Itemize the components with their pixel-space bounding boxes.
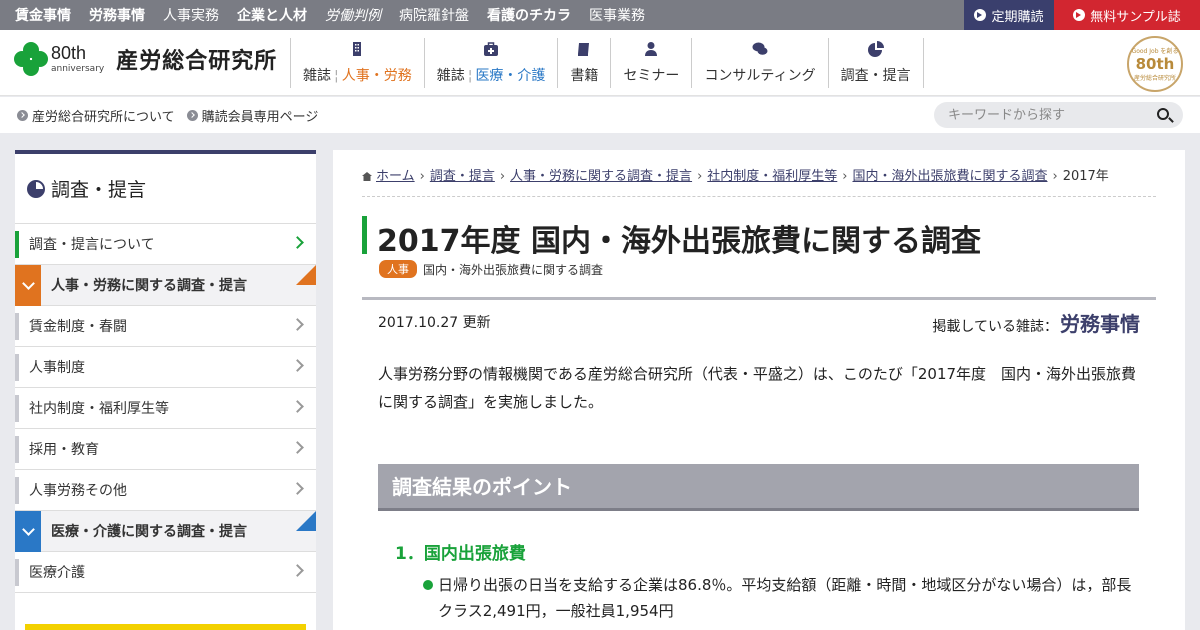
chevron-circle-icon: [1073, 9, 1086, 21]
anniversary-mark: 80th anniversary: [51, 43, 105, 74]
top-buttons: 定期購読 無料サンプル誌: [964, 0, 1200, 30]
nav-item[interactable]: 調査・提言: [827, 38, 924, 88]
magazine-link[interactable]: 賃金事情: [15, 5, 71, 25]
sub-links: 産労総合研究所について 購読会員専用ページ: [17, 106, 330, 125]
chevron-down-icon: [15, 265, 41, 306]
sub-link[interactable]: 産労総合研究所について: [17, 106, 175, 125]
corner-marker-icon: [296, 511, 316, 531]
breadcrumb-divider: [362, 196, 1156, 197]
magazine-link[interactable]: 病院羅針盤: [399, 5, 469, 25]
chevron-circle-icon: [974, 9, 987, 21]
sidebar-banner[interactable]: [25, 624, 306, 630]
main-nav: 雑誌 ¦ 人事・労務 雑誌 ¦ 医療・介護 書籍 セミナー コンサルティング 調査・提言: [290, 38, 924, 88]
chat-icon: [752, 41, 768, 57]
sidebar-item[interactable]: 調査・提言について: [15, 224, 316, 265]
pie-chart-icon: [27, 179, 45, 198]
chevron-right-icon: [291, 318, 304, 331]
chevron-circle-icon: [17, 110, 28, 121]
chevron-right-icon: [291, 400, 304, 413]
tag-row: 人事 国内・海外出張旅費に関する調査: [379, 260, 603, 278]
chevron-circle-icon: [186, 110, 198, 121]
tag-text: 国内・海外出張旅費に関する調査: [423, 262, 604, 277]
chevron-right-icon: [291, 482, 304, 495]
sidebar-item[interactable]: 医療介護: [15, 552, 316, 593]
corner-marker-icon: [296, 265, 316, 285]
clover-logo-icon: [14, 42, 48, 76]
magazine-link[interactable]: 人事実務: [163, 5, 219, 25]
site-logo[interactable]: 80th anniversary 産労総合研究所: [14, 42, 277, 76]
sidebar-item[interactable]: 人事制度: [15, 347, 316, 388]
anniversary-seal: Good Job を創る 80th 産労総合研究所: [1127, 36, 1183, 92]
nav-item[interactable]: 雑誌 ¦ 医療・介護: [423, 38, 558, 88]
sidebar: 調査・提言 調査・提言について 人事・労務に関する調査・提言 賃金制度・春闘 人事制度…: [15, 150, 316, 630]
sidebar-category[interactable]: 人事・労務に関する調査・提言: [15, 265, 316, 306]
category-tag[interactable]: 人事: [379, 260, 417, 278]
breadcrumb-link[interactable]: 社内制度・福利厚生等: [707, 169, 837, 184]
point-bullet: 日帰り出張の日当を支給する企業は86.8％。平均支給額（距離・時間・地域区分がな…: [423, 572, 1143, 624]
sidebar-menu: 調査・提言について 人事・労務に関する調査・提言 賃金制度・春闘 人事制度 社内制度・福…: [15, 224, 316, 593]
nav-item[interactable]: 雑誌 ¦ 人事・労務: [290, 38, 424, 88]
magazine-link[interactable]: 企業と人材: [237, 5, 307, 25]
sidebar-category[interactable]: 医療・介護に関する調査・提言: [15, 511, 316, 552]
pie-chart-icon: [867, 41, 884, 57]
sidebar-item[interactable]: 人事労務その他: [15, 470, 316, 511]
magazine-links: 賃金事情 労務事情 人事実務 企業と人材 労働判例 病院羅針盤 看護のチカラ 医事業務: [0, 0, 663, 30]
breadcrumb-link[interactable]: 調査・提言: [430, 169, 495, 184]
breadcrumb: ホーム › 調査・提言 › 人事・労務に関する調査・提言 › 社内制度・福利厚生等 › 国内・海…: [362, 165, 1162, 184]
main-content: ホーム › 調査・提言 › 人事・労務に関する調査・提言 › 社内制度・福利厚生等 › 国内・海…: [333, 150, 1185, 630]
magazine-link[interactable]: 労務事情: [89, 5, 145, 25]
chevron-down-icon: [15, 511, 41, 552]
search-box: [934, 102, 1183, 128]
person-icon: [643, 41, 659, 57]
chevron-right-icon: [291, 564, 304, 577]
published-in: 掲載している雑誌： 労務事情: [932, 308, 1140, 337]
page-title: 2017年度 国内・海外出張旅費に関する調査: [377, 224, 981, 259]
nav-item[interactable]: 書籍: [557, 38, 610, 88]
bullet-dot-icon: [423, 580, 433, 590]
org-name: 産労総合研究所: [116, 49, 278, 74]
point-heading: 1．国内出張旅費: [395, 544, 526, 564]
breadcrumb-link[interactable]: 人事・労務に関する調査・提言: [510, 169, 692, 184]
chevron-right-icon: [291, 236, 304, 249]
magazine-link[interactable]: 医事業務: [589, 5, 645, 25]
header-divider: [362, 297, 1156, 300]
site-header: 80th anniversary 産労総合研究所 雑誌 ¦ 人事・労務 雑誌 ¦ 医療・介…: [0, 30, 1200, 96]
book-icon: [576, 41, 592, 57]
building-icon: [349, 41, 365, 57]
sub-link[interactable]: 購読会員専用ページ: [186, 106, 318, 125]
section-heading: 調査結果のポイント: [378, 464, 1139, 511]
top-bar: 賃金事情 労務事情 人事実務 企業と人材 労働判例 病院羅針盤 看護のチカラ 医事業務 定期購…: [0, 0, 1200, 30]
chevron-right-icon: [291, 441, 304, 454]
home-icon: [362, 172, 372, 181]
search-input[interactable]: [934, 102, 1144, 128]
sidebar-heading: 調査・提言: [15, 154, 316, 224]
subscribe-button[interactable]: 定期購読: [964, 0, 1054, 30]
sidebar-item[interactable]: 賃金制度・春闘: [15, 306, 316, 347]
free-sample-button[interactable]: 無料サンプル誌: [1054, 0, 1200, 30]
breadcrumb-link[interactable]: 国内・海外出張旅費に関する調査: [852, 169, 1047, 184]
sidebar-item[interactable]: 社内制度・福利厚生等: [15, 388, 316, 429]
breadcrumb-current: 2017年: [1062, 169, 1109, 184]
magazine-link[interactable]: 労働判例: [325, 5, 381, 25]
sub-nav: 産労総合研究所について 購読会員専用ページ: [0, 97, 1200, 133]
search-icon[interactable]: [1157, 108, 1169, 120]
breadcrumb-link[interactable]: ホーム: [376, 169, 415, 184]
medical-bag-icon: [483, 41, 499, 57]
magazine-link[interactable]: 労務事情: [1060, 308, 1140, 337]
title-accent-bar: [362, 216, 367, 254]
sidebar-item[interactable]: 採用・教育: [15, 429, 316, 470]
nav-item[interactable]: コンサルティング: [691, 38, 827, 88]
updated-date: 2017.10.27 更新: [378, 315, 491, 331]
lead-paragraph: 人事労務分野の情報機関である産労総合研究所（代表・平盛之）は、このたび「2017…: [378, 365, 1137, 411]
magazine-link[interactable]: 看護のチカラ: [487, 5, 571, 25]
nav-item[interactable]: セミナー: [610, 38, 691, 88]
chevron-right-icon: [291, 359, 304, 372]
